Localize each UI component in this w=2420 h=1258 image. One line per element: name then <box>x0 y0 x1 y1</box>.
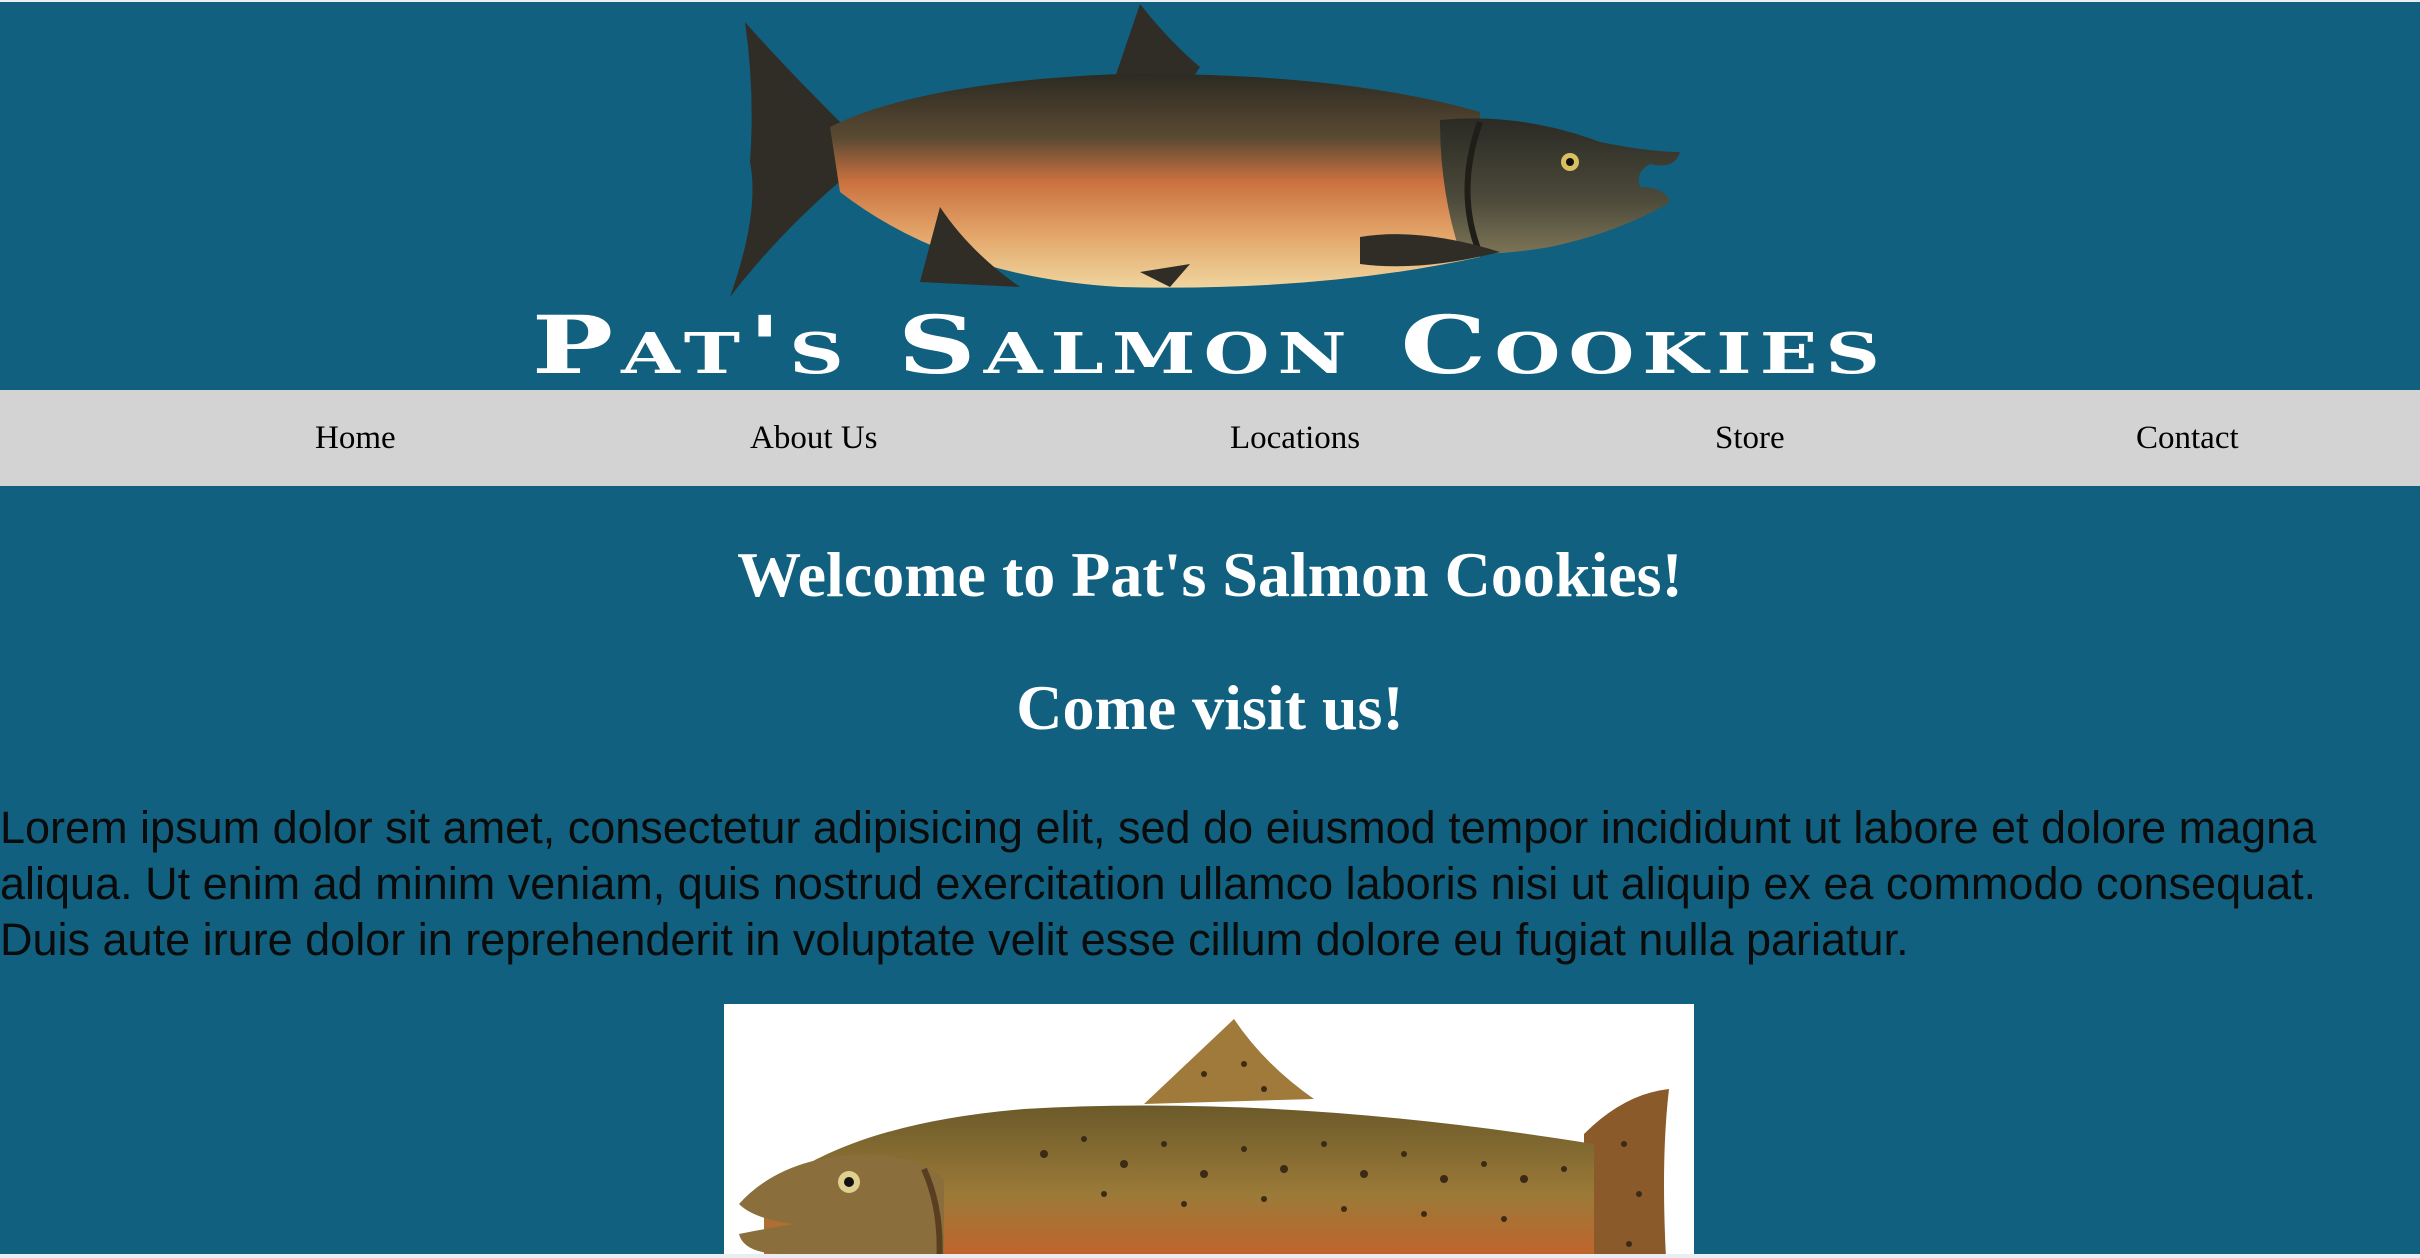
welcome-heading: Welcome to Pat's Salmon Cookies! <box>737 539 1683 610</box>
site-header: Pat's Salmon Cookies <box>0 0 2420 390</box>
site-title: Pat's Salmon Cookies <box>531 298 1889 392</box>
salmon-photo <box>724 1004 1694 1258</box>
nav-link-locations[interactable]: Locations <box>1230 390 1360 486</box>
salmon-logo-icon <box>730 4 1680 297</box>
window-bottom-border <box>0 1254 2420 1258</box>
main-nav: Home About Us Locations Store Contact <box>0 390 2420 486</box>
salmon-photo-icon <box>739 1019 1669 1258</box>
nav-link-store[interactable]: Store <box>1715 390 1785 486</box>
visit-heading: Come visit us! <box>1016 672 1404 743</box>
nav-link-home[interactable]: Home <box>315 390 396 486</box>
nav-link-contact[interactable]: Contact <box>2136 390 2239 486</box>
nav-link-about-us[interactable]: About Us <box>750 390 877 486</box>
intro-paragraph: Lorem ipsum dolor sit amet, consectetur … <box>0 802 2317 965</box>
